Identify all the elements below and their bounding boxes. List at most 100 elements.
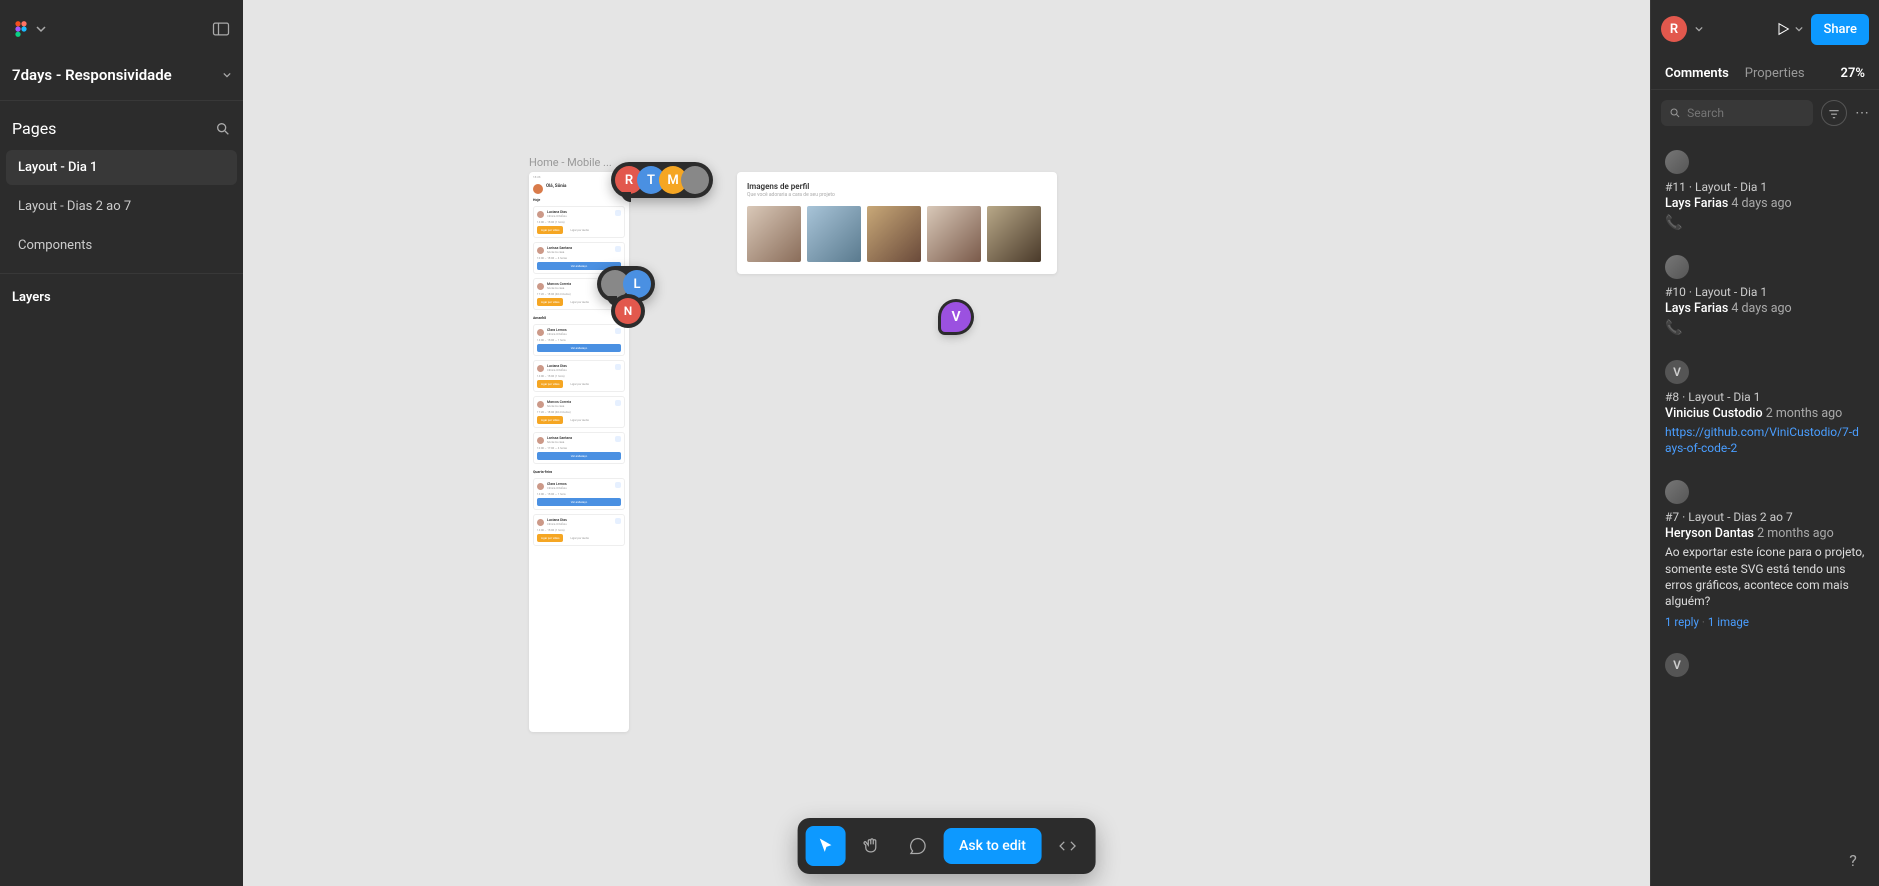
help-button[interactable]: ? [1841, 848, 1865, 872]
pin-avatar [681, 166, 709, 194]
right-panel: R Share Comments Properties 27% ⋯ #11 · … [1650, 0, 1879, 886]
avatar [537, 437, 544, 444]
comment-author: Lays Farias 4 days ago [1665, 196, 1865, 211]
comment-pin-cluster[interactable]: R T M [611, 162, 713, 198]
profile-image [927, 206, 981, 262]
tabs-row: Comments Properties 27% [1651, 58, 1879, 90]
bottom-toolbar: Ask to edit [797, 818, 1096, 874]
avatar: V [1665, 360, 1689, 384]
tab-comments[interactable]: Comments [1665, 66, 1729, 81]
avatar [1665, 480, 1689, 504]
left-panel: 7days - Responsividade Pages Layout - Di… [0, 0, 243, 886]
canvas-inner: Home - Mobile ... 13:23 Olá, Sônia Prati… [243, 0, 1650, 886]
page-item-layout-dias-2-7[interactable]: Layout - Dias 2 ao 7 [6, 189, 237, 224]
figma-icon [12, 20, 30, 38]
comment-meta: #10 · Layout - Dia 1 [1665, 285, 1865, 299]
comment-item[interactable]: #10 · Layout - Dia 1 Lays Farias 4 days … [1651, 245, 1879, 350]
move-tool-button[interactable] [805, 826, 845, 866]
search-row: ⋯ [1651, 90, 1879, 136]
comment-item[interactable]: V #8 · Layout - Dia 1 Vinicius Custodio … [1651, 350, 1879, 470]
main-menu-button[interactable] [12, 20, 46, 38]
comment-item[interactable]: #7 · Layout - Dias 2 ao 7 Heryson Dantas… [1651, 470, 1879, 643]
profile-image [747, 206, 801, 262]
profile-title: Imagens de perfil [747, 182, 1047, 191]
comment-pin-cluster[interactable]: L [597, 266, 655, 302]
share-button[interactable]: Share [1811, 14, 1869, 45]
avatar: V [1665, 653, 1689, 677]
file-title-row: 7days - Responsividade [0, 58, 243, 100]
pin-avatar[interactable]: N [615, 298, 641, 324]
avatar [537, 329, 544, 336]
comment-icon [907, 836, 927, 856]
section-wednesday: Quarta-feira [529, 468, 629, 476]
comment-link[interactable]: https://github.com/ViniCustodio/7-days-o… [1665, 425, 1859, 455]
user-avatar[interactable]: R [1661, 16, 1687, 42]
appointment-card: Luciana DiasClínica Ortofisio 14:00 – 15… [533, 360, 625, 392]
layers-header[interactable]: Layers [0, 273, 243, 321]
comment-body: Ao exportar este ícone para o projeto, s… [1665, 544, 1865, 609]
filter-button[interactable] [1821, 100, 1847, 126]
comment-replies[interactable]: 1 reply·1 image [1665, 615, 1865, 629]
avatar [1665, 150, 1689, 174]
pages-header: Pages [0, 100, 243, 148]
flag-icon [615, 328, 621, 334]
comment-meta: #11 · Layout - Dia 1 [1665, 180, 1865, 194]
tab-properties[interactable]: Properties [1745, 66, 1805, 81]
more-button[interactable]: ⋯ [1855, 105, 1869, 121]
comment-item[interactable]: #11 · Layout - Dia 1 Lays Farias 4 days … [1651, 140, 1879, 245]
play-icon [1775, 21, 1791, 37]
comment-item[interactable]: V [1651, 643, 1879, 697]
flag-icon [615, 364, 621, 370]
section-today: Hoje [529, 196, 629, 204]
pages-label: Pages [12, 119, 56, 138]
comment-emoji: 📞 [1665, 215, 1865, 231]
appointment-card: Marcos CorreiaSócia na casa 17:20 – 18:0… [533, 396, 625, 428]
chevron-down-icon[interactable] [1695, 25, 1703, 33]
comment-meta: #8 · Layout - Dia 1 [1665, 390, 1865, 404]
flag-icon [615, 210, 621, 216]
canvas[interactable]: Home - Mobile ... 13:23 Olá, Sônia Prati… [243, 0, 1650, 886]
mobile-frame[interactable]: 13:23 Olá, Sônia Pratic a amena do hoje … [529, 172, 629, 732]
present-button[interactable] [1775, 21, 1803, 37]
search-icon[interactable] [215, 121, 231, 137]
top-bar-left [0, 0, 243, 58]
section-tomorrow: Amanhã [529, 314, 629, 322]
hand-tool-button[interactable] [851, 826, 891, 866]
hand-icon [861, 836, 881, 856]
comment-author: Vinicius Custodio 2 months ago [1665, 406, 1865, 421]
chevron-down-icon [1795, 25, 1803, 33]
chevron-down-icon[interactable] [223, 71, 231, 79]
search-input[interactable] [1687, 106, 1805, 120]
search-box[interactable] [1661, 100, 1813, 126]
panel-toggle-icon[interactable] [211, 19, 231, 39]
appointment-card: Luciana DiasClínica Ortofisio 14:00 – 15… [533, 206, 625, 238]
comment-pin[interactable]: V [941, 302, 971, 332]
flag-icon [615, 436, 621, 442]
ask-to-edit-button[interactable]: Ask to edit [943, 828, 1042, 864]
flag-icon [615, 400, 621, 406]
profile-images-frame[interactable]: Imagens de perfil Que você adoraria a ca… [737, 172, 1057, 274]
profile-image [867, 206, 921, 262]
avatar [537, 247, 544, 254]
avatar [1665, 255, 1689, 279]
dev-mode-button[interactable] [1048, 826, 1088, 866]
avatar [533, 184, 543, 194]
comments-list[interactable]: #11 · Layout - Dia 1 Lays Farias 4 days … [1651, 136, 1879, 886]
appointment-card: Luciana DiasClínica Ortofisio 14:00 – 15… [533, 514, 625, 546]
page-item-components[interactable]: Components [6, 228, 237, 263]
avatar [537, 283, 544, 290]
zoom-level[interactable]: 27% [1841, 66, 1865, 81]
appointment-card: Clara LemosClínica Ortofisio 14:00 – 15:… [533, 324, 625, 356]
avatar [537, 483, 544, 490]
flag-icon [615, 246, 621, 252]
page-item-layout-dia-1[interactable]: Layout - Dia 1 [6, 150, 237, 185]
search-icon [1669, 106, 1681, 120]
frame-label[interactable]: Home - Mobile ... [529, 156, 612, 169]
code-icon [1058, 836, 1078, 856]
comment-tool-button[interactable] [897, 826, 937, 866]
profile-image [987, 206, 1041, 262]
avatar [537, 519, 544, 526]
appointment-card: Clara LemosClínica Ortofisio 14:00 – 15:… [533, 478, 625, 510]
comment-author: Heryson Dantas 2 months ago [1665, 526, 1865, 541]
right-top-bar: R Share [1651, 0, 1879, 58]
